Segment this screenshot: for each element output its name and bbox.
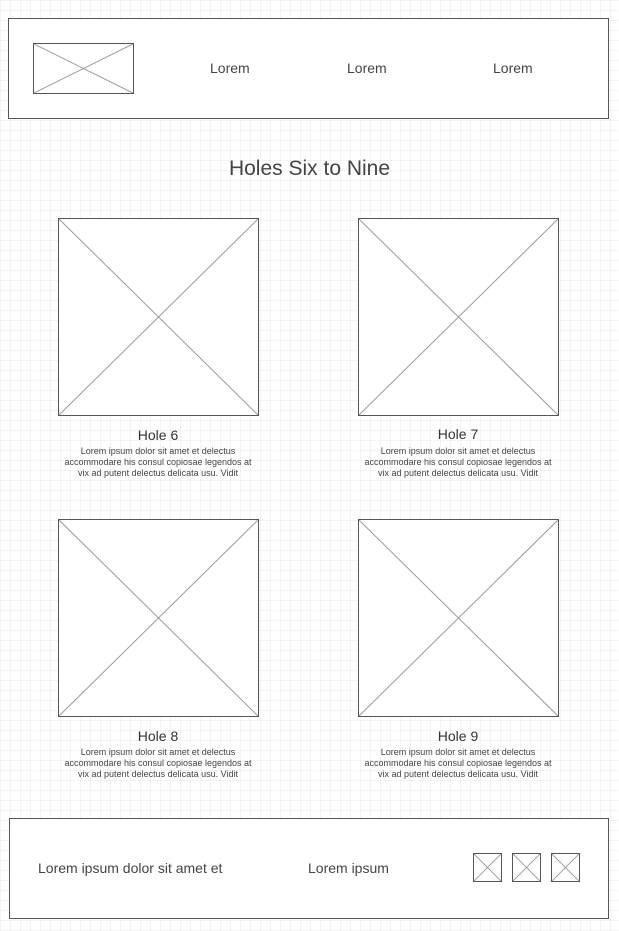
image-placeholder-icon (34, 44, 133, 93)
image-placeholder-icon (513, 854, 540, 881)
image-placeholder-icon (359, 520, 558, 716)
hole-7-image[interactable] (358, 218, 559, 416)
hole-8-title: Hole 8 (137, 728, 179, 744)
nav-link-1[interactable]: Lorem (210, 60, 250, 76)
hole-7-description: Lorem ipsum dolor sit amet et delectus a… (364, 446, 552, 478)
nav-link-3[interactable]: Lorem (493, 60, 533, 76)
footer-text: Lorem ipsum dolor sit amet et (38, 860, 223, 876)
image-placeholder-icon (359, 219, 558, 415)
image-placeholder-icon (474, 854, 501, 881)
social-icon-3[interactable] (551, 853, 580, 882)
hole-6-title: Hole 6 (137, 427, 179, 443)
social-icon-1[interactable] (473, 853, 502, 882)
image-placeholder-icon (59, 520, 258, 716)
page-title: Holes Six to Nine (228, 157, 391, 180)
hole-6-image[interactable] (58, 218, 259, 416)
hole-9-title: Hole 9 (437, 728, 479, 744)
hole-9-description: Lorem ipsum dolor sit amet et delectus a… (364, 747, 552, 779)
footer-link[interactable]: Lorem ipsum (308, 860, 389, 876)
nav-link-2[interactable]: Lorem (347, 60, 387, 76)
hole-8-description: Lorem ipsum dolor sit amet et delectus a… (64, 747, 252, 779)
image-placeholder-icon (552, 854, 579, 881)
hole-6-description: Lorem ipsum dolor sit amet et delectus a… (64, 446, 252, 478)
hole-8-image[interactable] (58, 519, 259, 717)
logo-image[interactable] (33, 43, 134, 94)
hole-7-title: Hole 7 (437, 426, 479, 442)
image-placeholder-icon (59, 219, 258, 415)
social-icon-2[interactable] (512, 853, 541, 882)
hole-9-image[interactable] (358, 519, 559, 717)
